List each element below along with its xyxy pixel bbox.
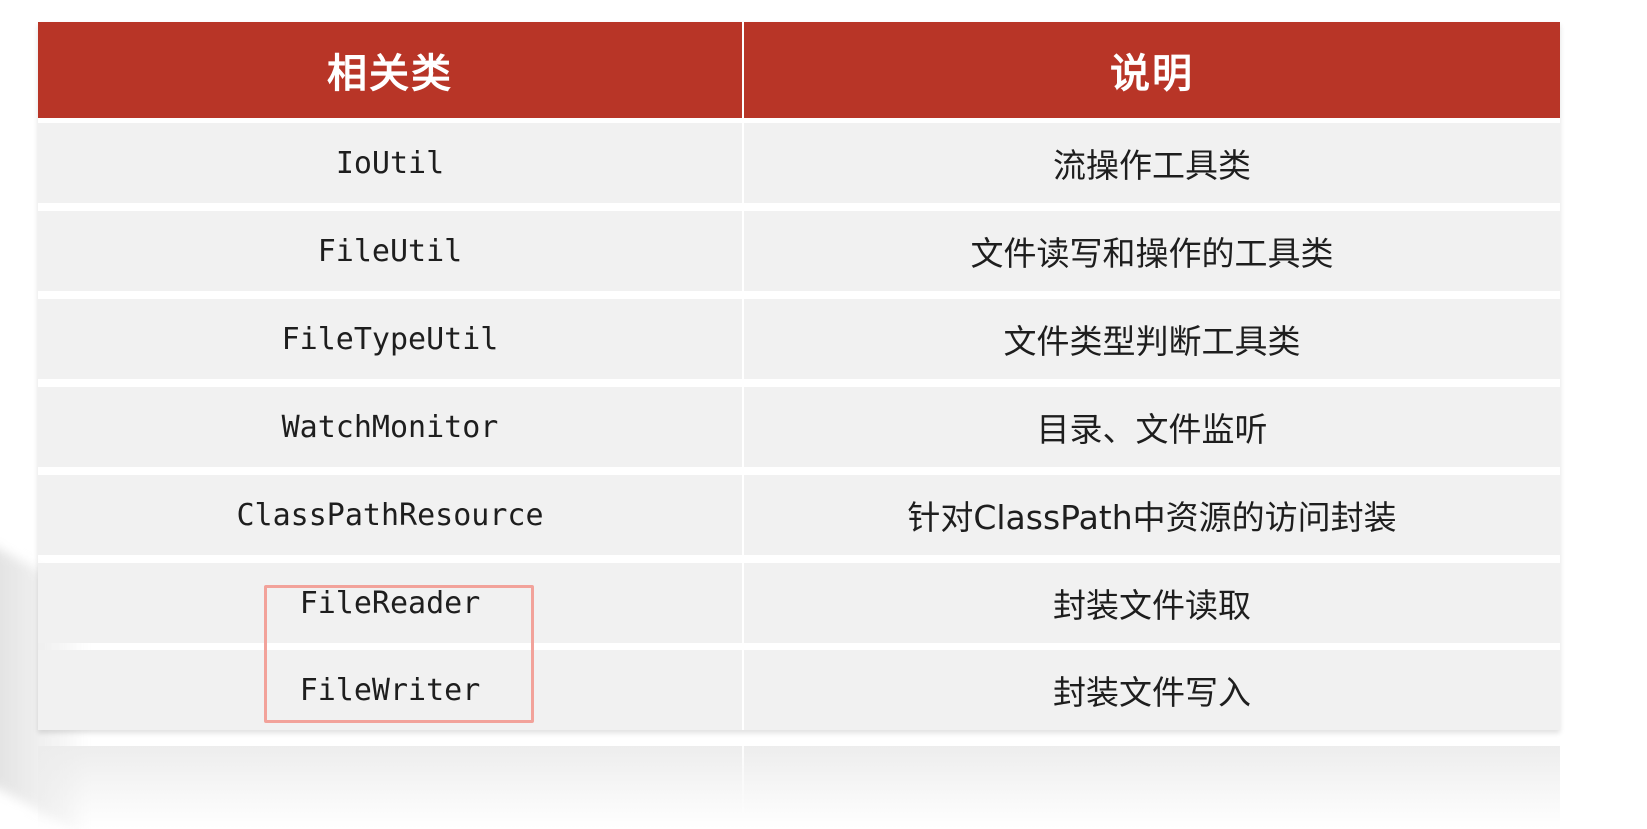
description-cell: 封装文件读取 (742, 563, 1560, 643)
description-cell: 流操作工具类 (742, 123, 1560, 203)
class-name-cell: ClassPathResource (236, 497, 544, 533)
description-cell: 针对ClassPath中资源的访问封装 (742, 475, 1560, 555)
table-row: FileWriter 封装文件写入 (38, 650, 1560, 730)
table-reflection (38, 746, 1560, 829)
class-name-cell: FileReader (299, 585, 481, 621)
table-row: ClassPathResource 针对ClassPath中资源的访问封装 (38, 475, 1560, 555)
table-header: 相关类 说明 (38, 22, 1560, 118)
header-description: 说明 (742, 22, 1560, 118)
reflection-divider (742, 746, 744, 829)
class-name-cell: FileUtil (317, 233, 463, 269)
description-cell: 目录、文件监听 (742, 387, 1560, 467)
table-row: FileTypeUtil 文件类型判断工具类 (38, 299, 1560, 379)
table-row: FileUtil 文件读写和操作的工具类 (38, 211, 1560, 291)
table-row: IoUtil 流操作工具类 (38, 123, 1560, 203)
header-related-class: 相关类 (327, 51, 453, 97)
class-name-cell: FileTypeUtil (281, 321, 499, 357)
table-row: WatchMonitor 目录、文件监听 (38, 387, 1560, 467)
class-name-cell: WatchMonitor (281, 409, 499, 445)
description-cell: 封装文件写入 (742, 650, 1560, 730)
table-row: FileReader 封装文件读取 (38, 563, 1560, 643)
slide: 相关类 说明 IoUtil 流操作工具类 FileUtil 文件读写和操作的工具… (0, 0, 1647, 829)
class-name-cell: FileWriter (299, 672, 481, 708)
description-cell: 文件类型判断工具类 (742, 299, 1560, 379)
class-name-cell: IoUtil (335, 145, 445, 181)
class-description-table: 相关类 说明 IoUtil 流操作工具类 FileUtil 文件读写和操作的工具… (38, 22, 1560, 730)
description-cell: 文件读写和操作的工具类 (742, 211, 1560, 291)
